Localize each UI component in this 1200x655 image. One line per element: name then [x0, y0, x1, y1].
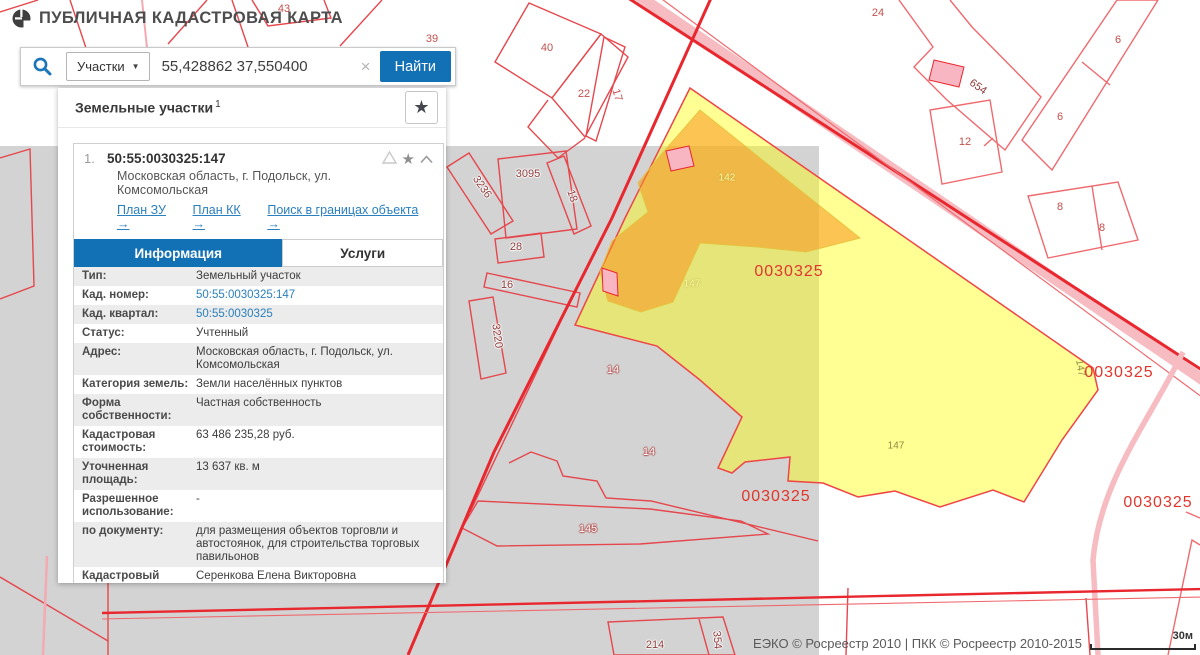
plan-kk-link[interactable]: План КК →: [193, 203, 253, 231]
clear-search-icon[interactable]: ×: [352, 57, 380, 77]
search-input[interactable]: [150, 58, 352, 75]
result-card-head: 1. 50:55:0030325:147 ★ Московская област…: [74, 144, 443, 239]
table-row: Кадастровый инженер:Серенкова Елена Викт…: [74, 567, 443, 583]
search-submit-button[interactable]: Найти: [380, 51, 451, 82]
table-row: Кадастровая стоимость:63 486 235,28 руб.: [74, 426, 443, 458]
favorite-star-icon[interactable]: ★: [402, 152, 415, 167]
result-index: 1.: [84, 151, 107, 167]
result-address: Московская область, г. Подольск, ул. Ком…: [84, 167, 384, 197]
details-table: Тип:Земельный участок Кад. номер:50:55:0…: [74, 267, 443, 583]
results-panel: Земельные участки1 ★ 1. 50:55:0030325:14…: [58, 88, 446, 583]
cadastral-number-link[interactable]: 50:55:0030325:147: [196, 289, 435, 302]
tab-information[interactable]: Информация: [74, 239, 282, 267]
map-attribution: ЕЭКО © Росреестр 2010 | ПКК © Росреестр …: [753, 636, 1082, 651]
table-row: Форма собственности:Частная собственност…: [74, 394, 443, 426]
result-links: План ЗУ → План КК → Поиск в границах объ…: [84, 197, 433, 239]
warning-triangle-icon[interactable]: [382, 151, 397, 167]
plan-zu-link[interactable]: План ЗУ →: [117, 203, 178, 231]
scale-bar: 30м: [1090, 633, 1196, 651]
search-bar: Участки ▼ × Найти: [20, 47, 456, 86]
table-row: Разрешенное использование:-: [74, 490, 443, 522]
star-icon: ★: [413, 97, 429, 118]
search-category-label: Участки: [77, 59, 125, 74]
collapse-chevron-icon[interactable]: [420, 152, 433, 167]
table-row: Уточненная площадь:13 637 кв. м: [74, 458, 443, 490]
cadastral-quarter-link[interactable]: 50:55:0030325: [196, 308, 435, 321]
search-within-link[interactable]: Поиск в границах объекта →: [267, 203, 423, 231]
favorites-button[interactable]: ★: [405, 91, 438, 124]
scale-line: [1090, 644, 1196, 650]
table-row: Кад. квартал:50:55:0030325: [74, 305, 443, 324]
result-cadastral-number: 50:55:0030325:147: [107, 151, 226, 167]
scale-label: 30м: [1173, 630, 1193, 642]
chevron-down-icon: ▼: [132, 62, 140, 71]
tab-services[interactable]: Услуги: [282, 239, 443, 267]
search-category-dropdown[interactable]: Участки ▼: [66, 52, 150, 81]
app-title: ПУБЛИЧНАЯ КАДАСТРОВАЯ КАРТА: [39, 9, 343, 28]
result-card: 1. 50:55:0030325:147 ★ Московская област…: [73, 143, 444, 583]
results-panel-title: Земельные участки1: [75, 99, 221, 116]
table-row: Адрес:Московская область, г. Подольск, у…: [74, 343, 443, 375]
result-tabs: Информация Услуги: [74, 239, 443, 267]
table-row: по документу:для размещения объектов тор…: [74, 522, 443, 567]
search-icon: [32, 56, 66, 77]
table-row: Кад. номер:50:55:0030325:147: [74, 286, 443, 305]
app-header: ПУБЛИЧНАЯ КАДАСТРОВАЯ КАРТА: [12, 9, 343, 28]
table-row: Тип:Земельный участок: [74, 267, 443, 286]
table-row: Статус:Учтенный: [74, 324, 443, 343]
app-logo-icon: [12, 9, 31, 28]
results-panel-header: Земельные участки1 ★: [58, 88, 446, 128]
table-row: Категория земель:Земли населённых пункто…: [74, 375, 443, 394]
parcels-top-middle[interactable]: [495, 3, 628, 158]
results-count-badge: 1: [215, 99, 221, 110]
